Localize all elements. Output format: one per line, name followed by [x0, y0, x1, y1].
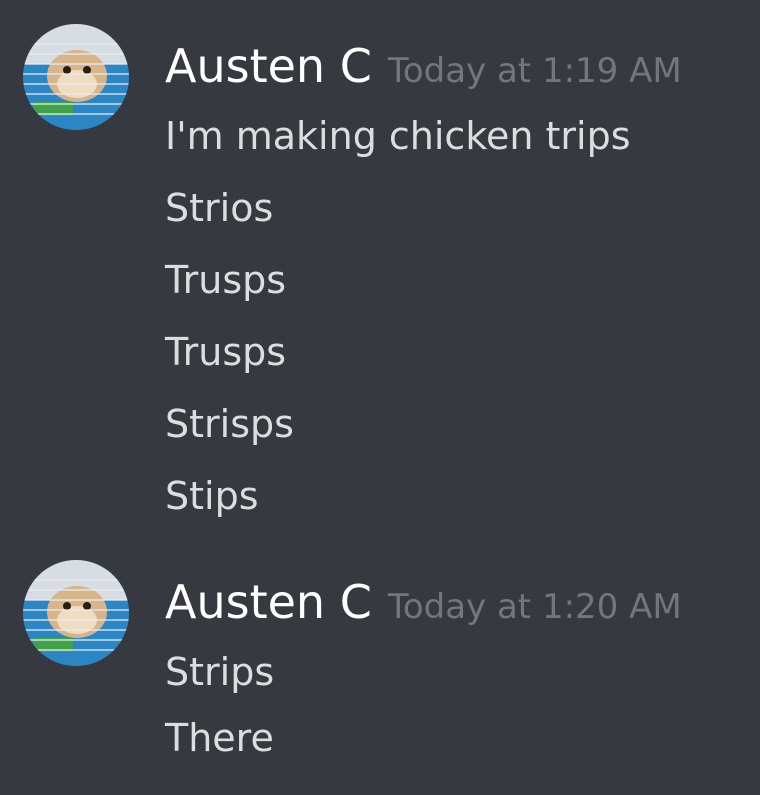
message-line: Stips — [165, 474, 259, 518]
message-body: Strips There — [165, 648, 274, 780]
message-line: Trusps — [165, 258, 287, 302]
hamster-avatar-icon[interactable] — [23, 24, 129, 130]
message-header: Austen C Today at 1:20 AM — [165, 572, 682, 632]
username[interactable]: Austen C — [165, 575, 372, 629]
message-header: Austen C Today at 1:19 AM — [165, 36, 682, 96]
timestamp[interactable]: Today at 1:20 AM — [388, 587, 682, 627]
message-line: Strisps — [165, 402, 294, 446]
timestamp[interactable]: Today at 1:19 AM — [388, 51, 682, 91]
message-line: Trusps — [165, 330, 287, 374]
username[interactable]: Austen C — [165, 39, 372, 93]
hamster-avatar-icon[interactable] — [23, 560, 129, 666]
message-body: I'm making chicken trips Strios Trusps T… — [165, 112, 631, 544]
message-line: Strips — [165, 650, 275, 694]
message-line: There — [165, 716, 274, 760]
message-line: Strios — [165, 186, 274, 230]
message-line: I'm making chicken trips — [165, 114, 631, 158]
